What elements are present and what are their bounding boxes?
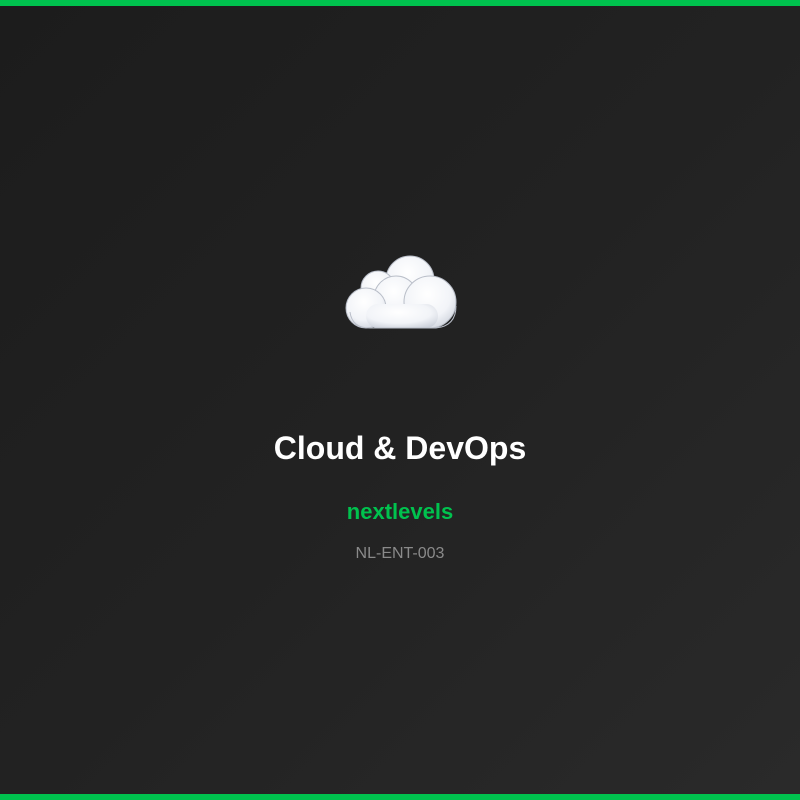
brand-name: nextlevels bbox=[346, 499, 454, 524]
page-title: Cloud & DevOps bbox=[273, 430, 527, 466]
top-accent-bar bbox=[0, 0, 800, 6]
cloud-icon bbox=[345, 255, 457, 329]
bottom-accent-bar bbox=[0, 794, 800, 800]
product-code: NL-ENT-003 bbox=[355, 545, 445, 562]
